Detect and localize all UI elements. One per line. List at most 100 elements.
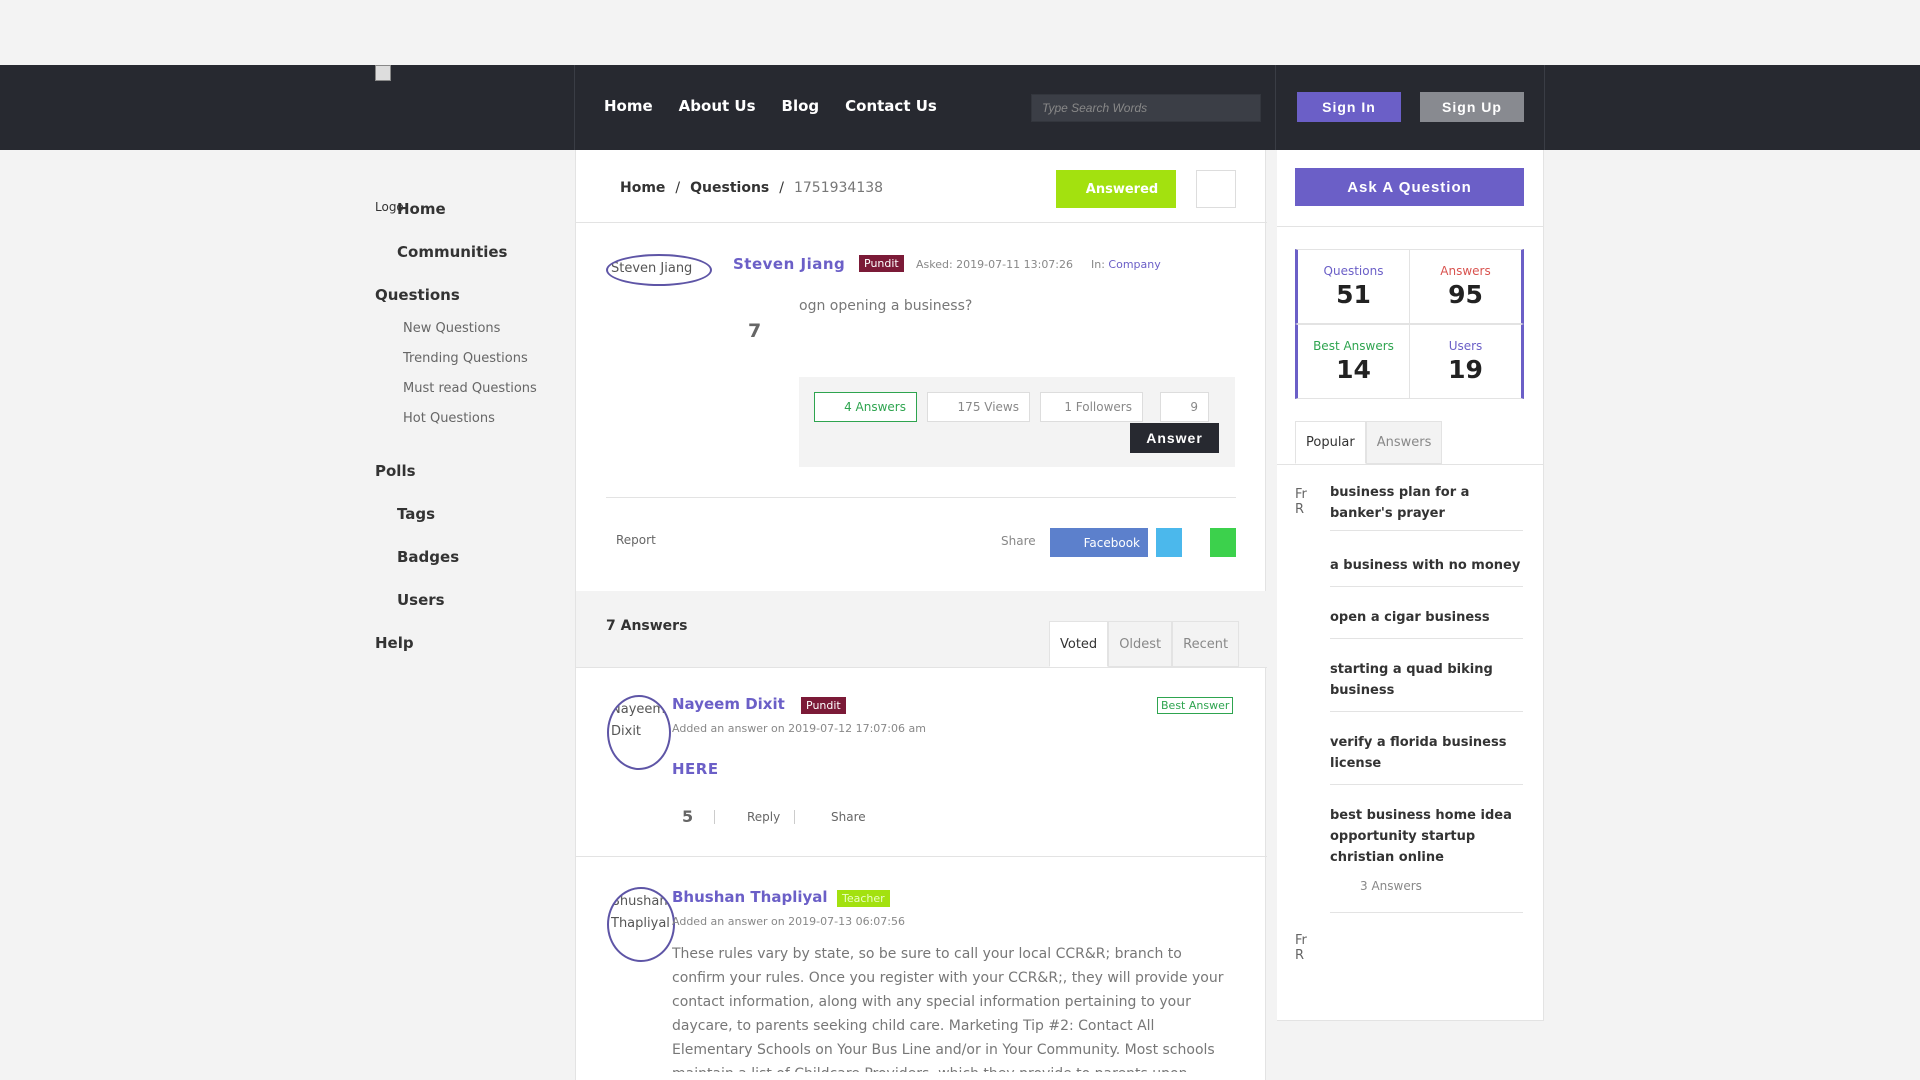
in-label: In: [1091,258,1105,271]
sidebar-item-home[interactable]: Home [397,200,446,218]
answer-body[interactable]: HERE [672,760,719,778]
divider [1330,530,1523,531]
popular-question-link[interactable]: starting a quad biking business [1330,659,1523,701]
answer-vote-count: 5 [682,807,694,826]
divider [1330,638,1523,639]
main-nav: Home About Us Blog Contact Us [604,97,937,115]
broken-image-icon [375,65,391,81]
facebook-share-button[interactable]: Facebook [1050,528,1148,557]
answer-author-name[interactable]: Bhushan Thapliyal [672,888,828,906]
stat-label: Answers [1440,264,1491,278]
report-link[interactable]: Report [616,533,656,547]
sidebar-item-hot-questions[interactable]: Hot Questions [403,411,495,426]
question-author-avatar[interactable]: Steven Jiang [606,254,712,286]
tab-oldest[interactable]: Oldest [1108,621,1173,667]
popular-question-link[interactable]: open a cigar business [1330,607,1523,628]
popular-question-link[interactable]: business plan for a banker's prayer [1330,482,1523,524]
question-vote-count: 7 [748,320,762,342]
popular-question-link[interactable]: verify a florida business license [1330,732,1523,774]
sidebar-item-trending-questions[interactable]: Trending Questions [403,351,528,366]
top-band [0,0,1920,65]
answers-count-heading: 7 Answers [606,618,688,634]
sidebar-item-communities[interactable]: Communities [397,243,508,261]
right-sidebar: Ask A Question Questions 51 Answers 95 B… [1277,150,1544,1021]
breadcrumb-current: 1751934138 [793,180,884,196]
stat-answers: Answers 95 [1409,249,1524,324]
asked-date: Asked: 2019-07-11 13:07:26 [916,258,1074,271]
question-author-name[interactable]: Steven Jiang [733,255,845,273]
search-input[interactable] [1031,94,1261,122]
stat-label: Questions [1323,264,1384,278]
sign-up-button[interactable]: Sign Up [1420,92,1524,122]
whatsapp-share-button[interactable] [1210,528,1236,557]
followers-count-chip: 1 Followers [1040,392,1143,422]
category-label: In: Company [1091,258,1161,271]
answer-button[interactable]: Answer [1130,423,1219,453]
nav-about-us[interactable]: About Us [679,97,756,115]
stat-best-answers: Best Answers 14 [1295,324,1410,399]
logo-area[interactable] [375,65,575,150]
sidebar-item-users[interactable]: Users [397,591,445,609]
answer-author-avatar[interactable]: Nayeem Dixit [607,695,671,770]
sidebar-item-must-read-questions[interactable]: Must read Questions [403,381,537,396]
breadcrumb-separator: / [675,180,681,196]
question-thumbnail[interactable]: Fr R [1295,933,1315,963]
sidebar-item-questions[interactable]: Questions [375,286,460,304]
divider [1330,784,1523,785]
answer-author-avatar[interactable]: Bhushan Thapliyal [607,887,675,962]
stat-value: 51 [1336,280,1371,309]
answers-count-chip[interactable]: 4 Answers [814,392,917,422]
answer-date: Added an answer on 2019-07-12 17:07:06 a… [672,722,926,735]
breadcrumb-questions[interactable]: Questions [690,180,769,196]
answers-sort-tabs: Voted Oldest Recent [1049,621,1240,667]
stat-label: Best Answers [1313,339,1394,353]
stat-label: Users [1448,339,1483,353]
pundit-badge: Pundit [859,255,904,272]
stat-value: 14 [1336,355,1371,384]
nav-blog[interactable]: Blog [782,97,820,115]
pundit-badge: Pundit [801,697,846,714]
tab-recent[interactable]: Recent [1172,621,1240,667]
header-divider-right [1544,65,1545,150]
divider [576,856,1267,857]
sidebar-item-help[interactable]: Help [375,634,414,652]
twitter-share-button[interactable] [1156,528,1182,557]
nav-home[interactable]: Home [604,97,653,115]
breadcrumb-separator: / [779,180,784,196]
divider [606,497,1236,498]
sign-in-button[interactable]: Sign In [1297,92,1401,122]
nav-contact-us[interactable]: Contact Us [845,97,937,115]
popular-question-link[interactable]: best business home idea opportunity star… [1330,805,1523,868]
category-link[interactable]: Company [1108,258,1160,271]
divider [1330,711,1523,712]
answer-share-link[interactable]: Share [831,810,866,824]
tab-popular[interactable]: Popular [1295,421,1366,464]
tab-voted[interactable]: Voted [1049,621,1109,667]
header-divider [1275,65,1276,150]
divider [1277,226,1544,227]
popular-question-link[interactable]: a business with no money [1330,555,1523,576]
divider [1330,586,1523,587]
bookmark-button[interactable] [1196,170,1236,208]
divider [1277,1020,1544,1021]
sidebar-item-tags[interactable]: Tags [397,505,435,523]
breadcrumb: Home / Questions / 1751934138 [620,180,883,196]
divider [576,222,1267,223]
answered-status-badge: Answered [1056,170,1176,208]
sidebar-item-new-questions[interactable]: New Questions [403,321,500,336]
popular-answers-count: 3 Answers [1360,879,1422,893]
tab-answers[interactable]: Answers [1365,421,1443,464]
stat-questions: Questions 51 [1295,249,1410,324]
sidebar-tabs: Popular Answers [1295,421,1443,464]
teacher-badge: Teacher [837,890,890,907]
sidebar-item-polls[interactable]: Polls [375,462,416,480]
answer-body: These rules vary by state, so be sure to… [672,946,1224,1072]
reply-link[interactable]: Reply [747,810,780,824]
divider [576,667,1267,668]
ask-question-button[interactable]: Ask A Question [1295,168,1524,206]
answer-author-name[interactable]: Nayeem Dixit [672,695,785,713]
breadcrumb-home[interactable]: Home [620,180,665,196]
share-label: Share [1001,534,1036,548]
sidebar-item-badges[interactable]: Badges [397,548,459,566]
question-thumbnail[interactable]: Fr R [1295,487,1315,517]
